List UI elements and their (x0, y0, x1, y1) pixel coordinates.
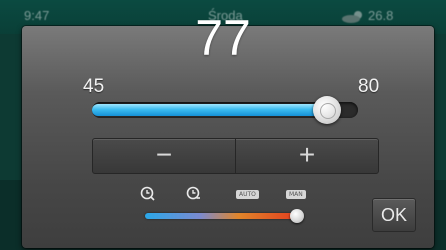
mode-slider-thumb[interactable] (290, 209, 304, 223)
slider-max-label: 80 (358, 76, 380, 97)
decrease-button[interactable]: − (92, 138, 236, 174)
slider-thumb[interactable] (313, 96, 341, 124)
clock-icon (140, 186, 155, 201)
mode-slider[interactable] (145, 209, 304, 223)
manual-badge: MAN (286, 190, 306, 199)
clock-icon (186, 186, 200, 200)
slider-min-label: 45 (83, 76, 105, 97)
increase-button[interactable]: + (235, 138, 379, 174)
ok-button[interactable]: OK (372, 198, 416, 232)
auto-badge: AUTO (236, 190, 259, 199)
setpoint-value: 77 (195, 10, 251, 66)
setpoint-slider[interactable] (92, 96, 358, 124)
slider-fill (92, 104, 327, 116)
